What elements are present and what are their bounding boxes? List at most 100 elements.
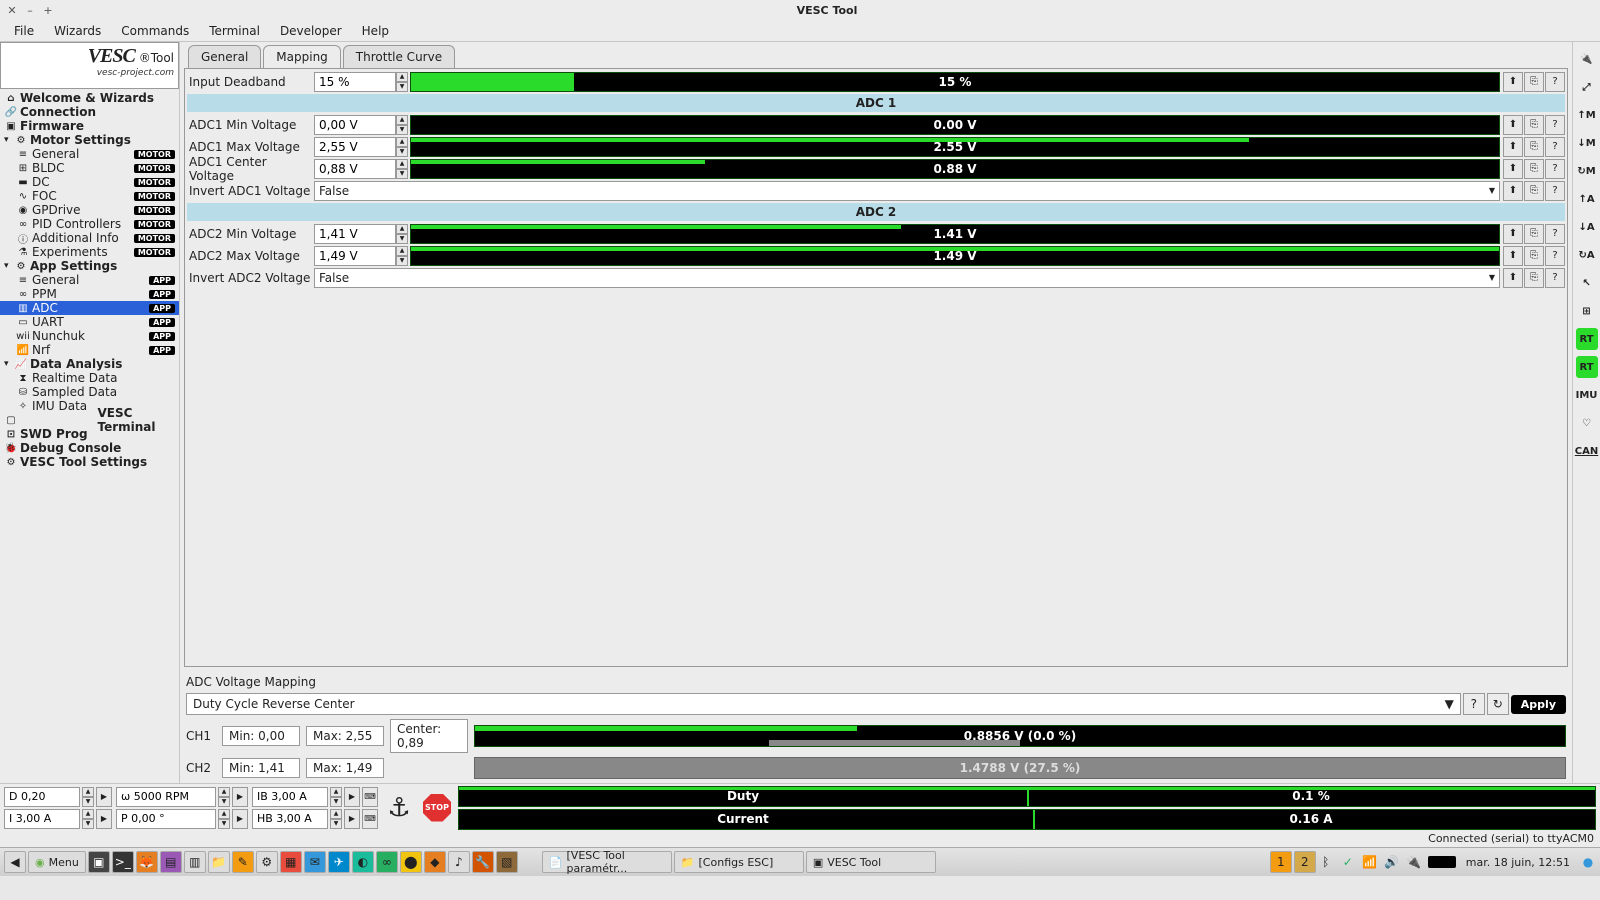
upload-icon[interactable]: ⬆	[1503, 181, 1523, 201]
cursor-icon[interactable]: ↖	[1576, 272, 1598, 294]
sidebar-item-motor-settings[interactable]: ▾⚙Motor Settings	[0, 133, 179, 147]
hb-input[interactable]	[252, 809, 328, 829]
help-icon[interactable]: ?	[1545, 137, 1565, 157]
sidebar-item-connection[interactable]: 🔗Connection	[0, 105, 179, 119]
taskbar-task[interactable]: 📄[VESC Tool paramétr...	[542, 851, 672, 873]
sidebar-item-swd[interactable]: ⊡SWD Prog	[0, 427, 179, 441]
taskbar-icon[interactable]: ✉	[304, 851, 326, 873]
shield-icon[interactable]: ✓	[1340, 854, 1356, 870]
adc1-max-input[interactable]	[314, 137, 396, 157]
taskbar-icon[interactable]: ◆	[424, 851, 446, 873]
clock[interactable]: mar. 18 juin, 12:51	[1462, 856, 1574, 869]
network-icon[interactable]: 📶	[1362, 854, 1378, 870]
download-icon[interactable]: ⎘	[1524, 159, 1544, 179]
tab-general[interactable]: General	[188, 45, 261, 68]
maximize-icon[interactable]: +	[42, 4, 54, 16]
taskbar-icon[interactable]: >_	[112, 851, 134, 873]
help-icon[interactable]: ?	[1545, 72, 1565, 92]
play-icon[interactable]: ▶	[232, 809, 248, 829]
sidebar-item-motor-foc[interactable]: ∿FOCMOTOR	[0, 189, 179, 203]
close-icon[interactable]: ✕	[6, 4, 18, 16]
taskbar-icon[interactable]: ◐	[352, 851, 374, 873]
taskbar-task[interactable]: 📁[Configs ESC]	[674, 851, 804, 873]
p-input[interactable]	[116, 809, 216, 829]
connect-icon[interactable]: 🔌	[1576, 48, 1598, 70]
download-icon[interactable]: ⎘	[1524, 268, 1544, 288]
stop-button[interactable]: STOP	[420, 787, 454, 829]
heart-icon[interactable]: ♡	[1576, 412, 1598, 434]
taskbar-icon[interactable]: ▤	[160, 851, 182, 873]
help-icon[interactable]: ?	[1545, 115, 1565, 135]
upload-icon[interactable]: ⬆	[1503, 159, 1523, 179]
sidebar-item-motor-bldc[interactable]: ⊞BLDCMOTOR	[0, 161, 179, 175]
menu-developer[interactable]: Developer	[270, 22, 352, 40]
taskbar-icon[interactable]: ▦	[280, 851, 302, 873]
ib-input[interactable]	[252, 787, 328, 807]
sidebar-item-motor-additional[interactable]: ⓘAdditional InfoMOTOR	[0, 231, 179, 245]
help-icon[interactable]: ?	[1545, 268, 1565, 288]
play-icon[interactable]: ▶	[96, 787, 112, 807]
upload-icon[interactable]: ⬆	[1503, 72, 1523, 92]
keyboard-icon[interactable]: ⌨	[362, 809, 378, 829]
taskbar-icon[interactable]: ∞	[376, 851, 398, 873]
adc1-center-input[interactable]	[314, 159, 396, 179]
download-icon[interactable]: ⎘	[1524, 137, 1544, 157]
adc2-invert-select[interactable]: False▼	[314, 268, 1500, 288]
sidebar-item-welcome[interactable]: ⌂Welcome & Wizards	[0, 91, 179, 105]
taskbar-icon[interactable]: ✈	[328, 851, 350, 873]
taskbar-icon[interactable]: ✎	[232, 851, 254, 873]
tab-throttle-curve[interactable]: Throttle Curve	[343, 45, 455, 68]
minimize-icon[interactable]: –	[24, 4, 36, 16]
reload-app-icon[interactable]: ↻A	[1576, 244, 1598, 266]
upload-icon[interactable]: ⬆	[1503, 137, 1523, 157]
show-desktop-icon[interactable]: ◀	[4, 851, 26, 873]
write-app-icon[interactable]: ↑A	[1576, 188, 1598, 210]
taskbar-icon[interactable]: ⬤	[400, 851, 422, 873]
menu-terminal[interactable]: Terminal	[199, 22, 270, 40]
taskbar-icon[interactable]: 📁	[208, 851, 230, 873]
play-icon[interactable]: ▶	[96, 809, 112, 829]
sidebar-item-app-general[interactable]: ≡GeneralAPP	[0, 273, 179, 287]
play-icon[interactable]: ▶	[344, 809, 360, 829]
sidebar-item-firmware[interactable]: ▣Firmware	[0, 119, 179, 133]
workspace-2[interactable]: 2	[1294, 851, 1316, 873]
write-motor-icon[interactable]: ↑M	[1576, 104, 1598, 126]
sidebar-item-app-ppm[interactable]: ∞PPMAPP	[0, 287, 179, 301]
upload-icon[interactable]: ⬆	[1503, 224, 1523, 244]
anchor-icon[interactable]: ⚓	[382, 787, 416, 829]
adc2-min-input[interactable]	[314, 224, 396, 244]
taskbar-icon[interactable]: ♪	[448, 851, 470, 873]
read-app-icon[interactable]: ↓A	[1576, 216, 1598, 238]
workspace-1[interactable]: 1	[1270, 851, 1292, 873]
refresh-icon[interactable]: ↻	[1487, 693, 1509, 715]
help-icon[interactable]: ?	[1545, 246, 1565, 266]
sidebar-item-realtime[interactable]: ⧗Realtime Data	[0, 371, 179, 385]
sidebar-item-app-uart[interactable]: ▭UARTAPP	[0, 315, 179, 329]
keyboard-icon[interactable]: ⌨	[362, 787, 378, 807]
play-icon[interactable]: ▶	[344, 787, 360, 807]
upload-icon[interactable]: ⬆	[1503, 115, 1523, 135]
download-icon[interactable]: ⎘	[1524, 181, 1544, 201]
battery-icon[interactable]	[1428, 856, 1456, 868]
imu-icon[interactable]: IMU	[1576, 384, 1598, 406]
help-icon[interactable]: ?	[1545, 159, 1565, 179]
taskbar-task[interactable]: ▣VESC Tool	[806, 851, 936, 873]
power-icon[interactable]: 🔌	[1406, 854, 1422, 870]
help-icon[interactable]: ?	[1463, 693, 1485, 715]
menu-help[interactable]: Help	[352, 22, 399, 40]
start-menu-button[interactable]: ◉Menu	[28, 851, 86, 873]
sidebar-item-debug[interactable]: 🐞Debug Console	[0, 441, 179, 455]
help-icon[interactable]: ?	[1545, 181, 1565, 201]
adc1-invert-select[interactable]: False▼	[314, 181, 1500, 201]
adc1-min-input[interactable]	[314, 115, 396, 135]
volume-icon[interactable]: 🔊	[1384, 854, 1400, 870]
rt-app-icon[interactable]: RT	[1576, 356, 1598, 378]
can-icon[interactable]: CAN	[1576, 440, 1598, 462]
w-input[interactable]	[116, 787, 216, 807]
d-input[interactable]	[4, 787, 80, 807]
sidebar-item-sampled[interactable]: ⛁Sampled Data	[0, 385, 179, 399]
tray-icon[interactable]: ●	[1580, 854, 1596, 870]
download-icon[interactable]: ⎘	[1524, 115, 1544, 135]
disconnect-icon[interactable]: ⤢	[1576, 76, 1598, 98]
sidebar-item-app-nrf[interactable]: 📶NrfAPP	[0, 343, 179, 357]
